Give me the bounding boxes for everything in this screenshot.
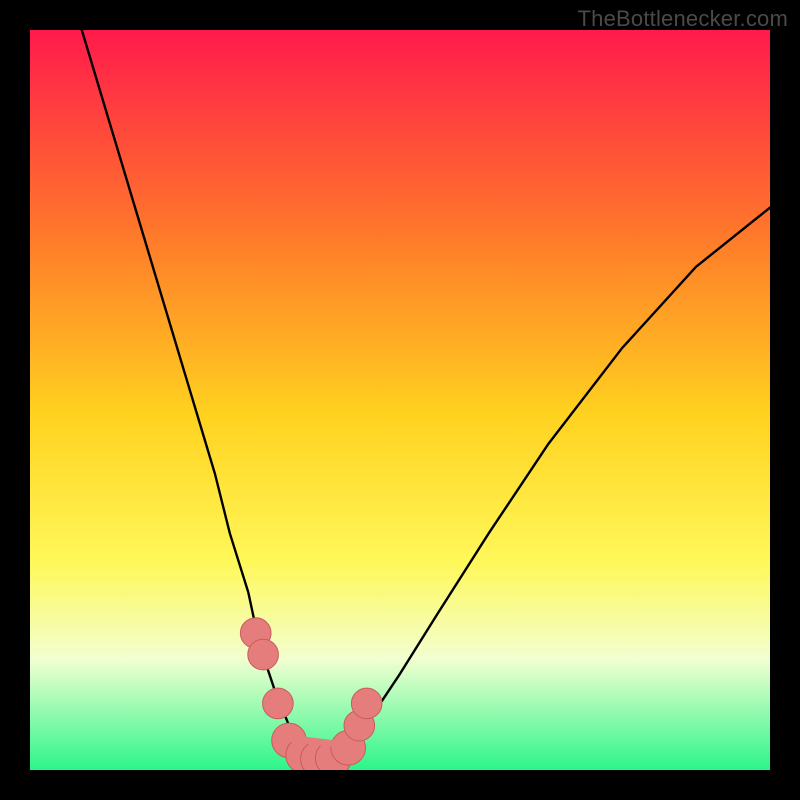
curve-marker [263,688,294,719]
curve-marker [248,639,279,670]
curve-layer [30,30,770,770]
watermark-text: TheBottlenecker.com [578,6,788,32]
curve-marker [351,688,382,719]
plot-area [30,30,770,770]
curve-markers [240,618,382,770]
chart-frame: TheBottlenecker.com [0,0,800,800]
bottleneck-curve [82,30,770,759]
